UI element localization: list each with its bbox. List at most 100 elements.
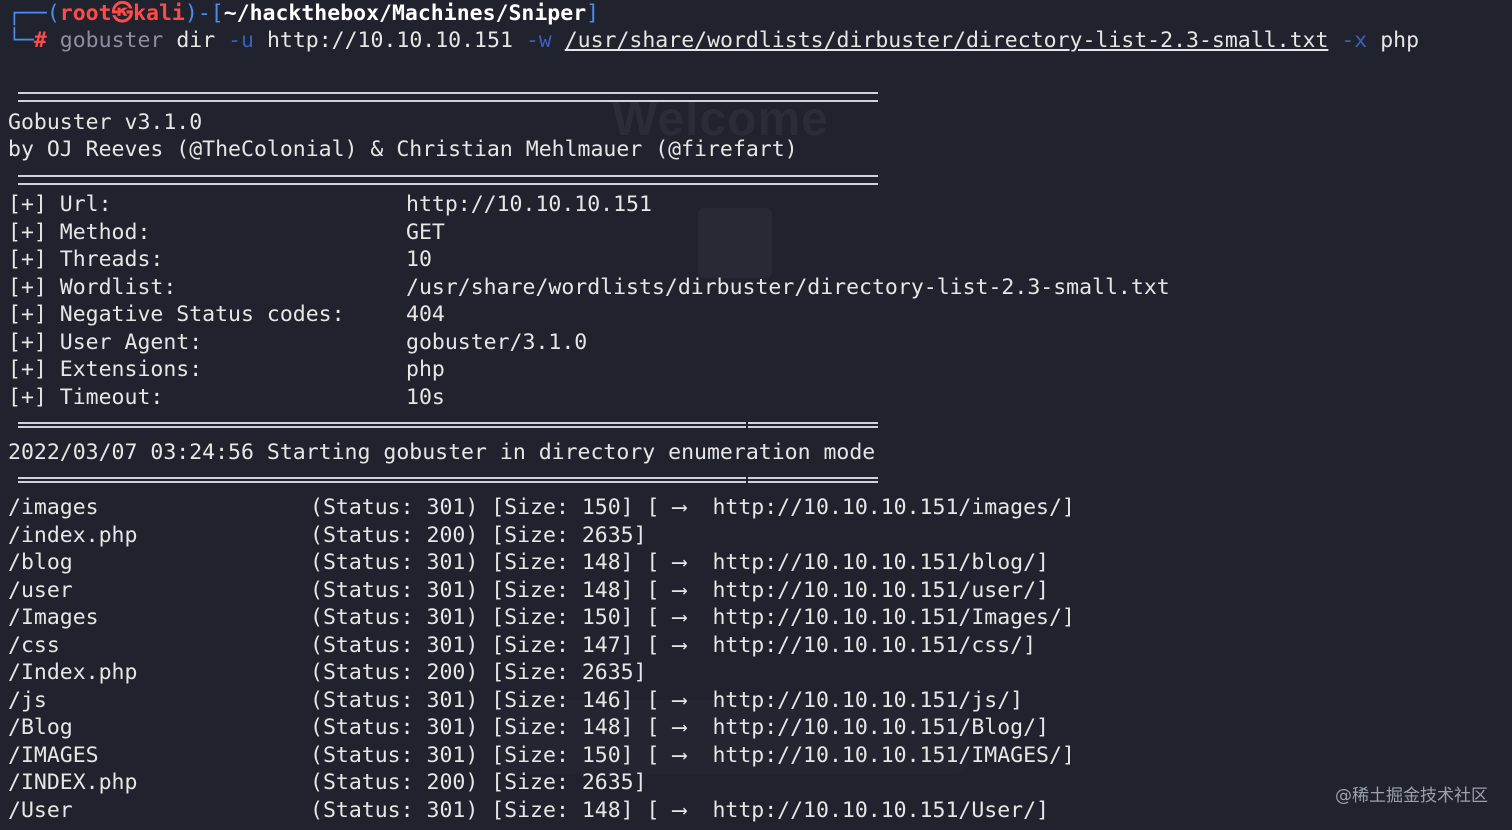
command-flag-x: -x	[1341, 28, 1368, 53]
redirect-bracket: [	[633, 605, 660, 630]
redirect-url: http://10.10.10.151/blog/]	[699, 550, 1049, 575]
config-value: 10s	[406, 384, 445, 410]
prompt-at-symbol: ㉿	[111, 1, 134, 26]
redirect-bracket: [	[633, 742, 660, 768]
command-flag-w: -w	[525, 28, 552, 53]
result-row: /Blog (Status: 301) [Size: 148] [⟶ http:/…	[8, 714, 1049, 741]
command-url: http://10.10.10.151	[266, 28, 513, 53]
separator-line	[18, 477, 878, 483]
redirect-arrow-icon: ⟶	[673, 715, 686, 740]
config-value: gobuster/3.1.0	[406, 329, 588, 355]
command-extension: php	[1380, 28, 1420, 53]
config-key: [+] Method:	[8, 219, 151, 245]
result-status-size: (Status: 301) [Size: 148] [⟶ http://10.1…	[310, 550, 1049, 575]
result-path: /User	[8, 797, 73, 823]
result-status-size: (Status: 200) [Size: 2635]	[310, 770, 647, 795]
config-value: 404	[406, 302, 445, 327]
result-row: /Images (Status: 301) [Size: 150] [⟶ http…	[8, 604, 1075, 631]
redirect-bracket: [	[633, 632, 660, 658]
redirect-url: http://10.10.10.151/images/]	[699, 495, 1075, 520]
background-ghost-avatar-icon	[698, 208, 772, 278]
prompt-hash: #	[33, 28, 47, 53]
command-subcommand: dir	[176, 28, 216, 53]
result-status-size: (Status: 200) [Size: 2635]	[310, 522, 647, 548]
redirect-arrow-icon: ⟶	[673, 550, 686, 575]
prompt-host: kali	[133, 1, 185, 26]
redirect-arrow-icon: ⟶	[673, 687, 686, 713]
redirect-url: http://10.10.10.151/Images/]	[699, 605, 1075, 630]
config-key: [+] Wordlist:	[8, 274, 177, 300]
result-path: /IMAGES	[8, 742, 99, 768]
result-path: /Blog	[8, 715, 73, 740]
prompt-corner-bottom: └─	[8, 28, 34, 53]
redirect-arrow-icon: ⟶	[673, 577, 686, 603]
redirect-bracket: [	[633, 577, 660, 603]
config-key: [+] Url:	[8, 192, 112, 217]
config-row: [+] Method: GET	[8, 219, 445, 246]
redirect-url: http://10.10.10.151/IMAGES/]	[699, 742, 1075, 768]
command-wordlist-path: /usr/share/wordlists/dirbuster/directory…	[564, 28, 1329, 53]
result-row: /user (Status: 301) [Size: 148] [⟶ http:/…	[8, 577, 1049, 604]
result-row: /IMAGES (Status: 301) [Size: 150] [⟶ http…	[8, 742, 1075, 769]
config-row: [+] Extensions: php	[8, 356, 445, 383]
result-row: /INDEX.php (Status: 200) [Size: 2635]	[8, 769, 647, 796]
banner-authors: by OJ Reeves (@TheColonial) & Christian …	[8, 137, 798, 162]
result-path: /INDEX.php	[8, 770, 138, 795]
redirect-arrow-icon: ⟶	[673, 495, 686, 520]
config-value: GET	[406, 219, 445, 245]
separator-line	[18, 175, 878, 185]
config-value: http://10.10.10.151	[406, 192, 652, 217]
prompt-line-2: └─# gobuster dir -u http://10.10.10.151 …	[8, 27, 1419, 54]
banner-version: Gobuster v3.1.0	[8, 110, 203, 135]
redirect-arrow-icon: ⟶	[673, 797, 686, 823]
config-row: [+] Threads: 10	[8, 246, 432, 273]
result-path: /js	[8, 687, 47, 713]
result-path: /blog	[8, 550, 73, 575]
redirect-arrow-icon: ⟶	[673, 632, 686, 658]
result-status-size: (Status: 301) [Size: 150] [⟶ http://10.1…	[310, 742, 1075, 768]
redirect-bracket: [	[633, 495, 660, 520]
result-row: /User (Status: 301) [Size: 148] [⟶ http:/…	[8, 797, 1049, 824]
result-status-size: (Status: 301) [Size: 146] [⟶ http://10.1…	[310, 687, 1024, 713]
config-row: [+] Timeout: 10s	[8, 384, 445, 411]
result-status-size: (Status: 301) [Size: 148] [⟶ http://10.1…	[310, 797, 1049, 823]
result-status-size: (Status: 301) [Size: 150] [⟶ http://10.1…	[310, 495, 1075, 520]
config-key: [+] Extensions:	[8, 357, 203, 382]
prompt-line-1: ┌──(root㉿kali)-[~/hackthebox/Machines/Sn…	[8, 0, 599, 27]
result-status-size: (Status: 200) [Size: 2635]	[310, 660, 647, 685]
result-path: /css	[8, 632, 60, 658]
redirect-bracket: [	[633, 687, 660, 713]
config-key: [+] Negative Status codes:	[8, 302, 345, 327]
result-row: /blog (Status: 301) [Size: 148] [⟶ http:/…	[8, 549, 1049, 576]
command-name: gobuster	[59, 28, 164, 53]
result-path: /user	[8, 577, 73, 603]
redirect-url: http://10.10.10.151/User/]	[699, 797, 1049, 823]
redirect-arrow-icon: ⟶	[673, 605, 686, 630]
start-status-line: 2022/03/07 03:24:56 Starting gobuster in…	[8, 440, 876, 465]
prompt-cwd: ~/hackthebox/Machines/Sniper	[223, 1, 587, 26]
result-status-size: (Status: 301) [Size: 148] [⟶ http://10.1…	[310, 577, 1049, 603]
result-path: /images	[8, 495, 99, 520]
redirect-url: http://10.10.10.151/user/]	[699, 577, 1049, 603]
result-row: /images (Status: 301) [Size: 150] [⟶ http…	[8, 494, 1075, 521]
command-flag-u: -u	[228, 28, 254, 53]
prompt-close: ]	[586, 1, 600, 26]
config-key: [+] Threads:	[8, 247, 164, 272]
result-row: /js (Status: 301) [Size: 146] [⟶ http://1…	[8, 687, 1023, 714]
prompt-user: root	[59, 1, 112, 26]
result-row: /index.php (Status: 200) [Size: 2635]	[8, 522, 647, 549]
separator-line	[18, 422, 878, 428]
config-key: [+] Timeout:	[8, 384, 164, 410]
watermark-text: @稀土掘金技术社区	[1335, 786, 1488, 806]
separator-line	[18, 92, 878, 102]
result-status-size: (Status: 301) [Size: 150] [⟶ http://10.1…	[310, 605, 1075, 630]
redirect-bracket: [	[633, 797, 660, 823]
config-value: 10	[406, 247, 432, 272]
config-row: [+] Url: http://10.10.10.151	[8, 191, 652, 218]
result-status-size: (Status: 301) [Size: 147] [⟶ http://10.1…	[310, 632, 1037, 658]
redirect-bracket: [	[633, 715, 660, 740]
redirect-url: http://10.10.10.151/css/]	[699, 632, 1037, 658]
result-path: /Images	[8, 605, 99, 630]
config-value: /usr/share/wordlists/dirbuster/directory…	[406, 274, 1170, 300]
config-row: [+] Wordlist: /usr/share/wordlists/dirbus…	[8, 274, 1170, 301]
